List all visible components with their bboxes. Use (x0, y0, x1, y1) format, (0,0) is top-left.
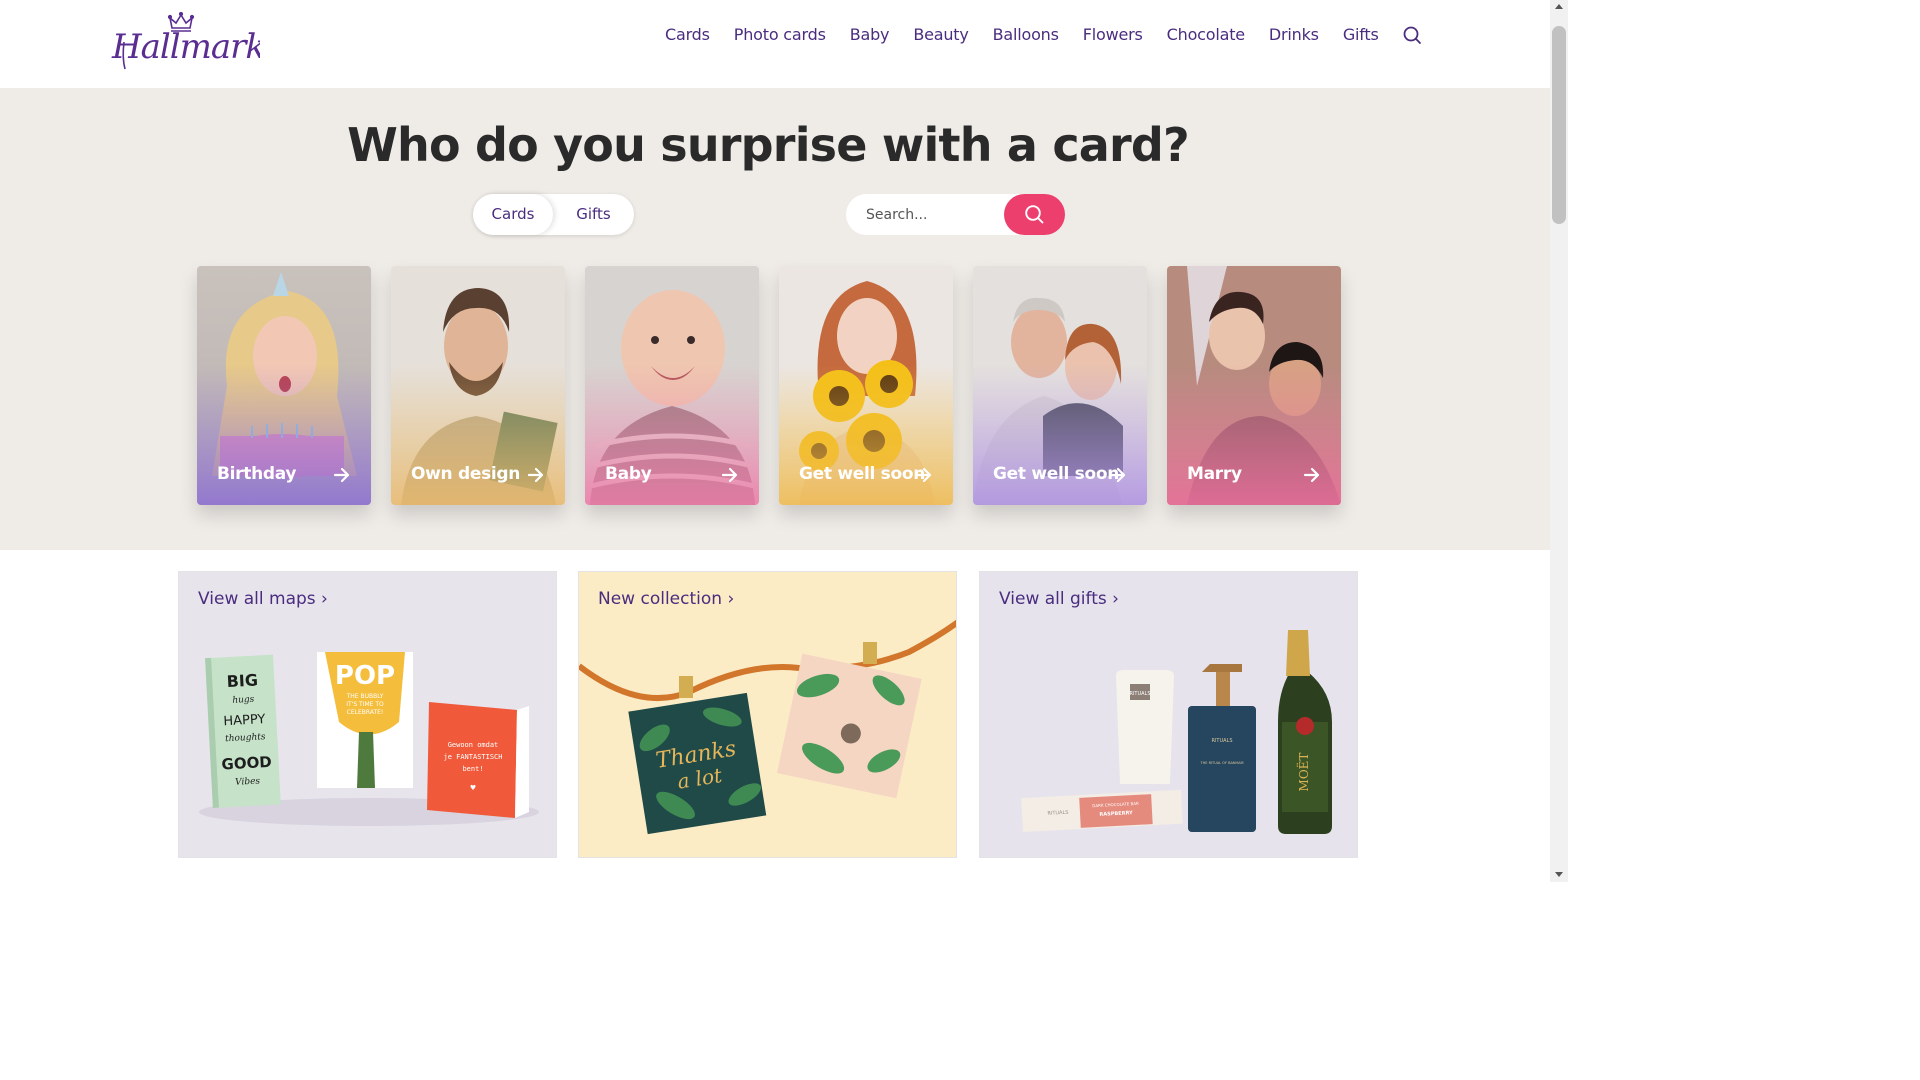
promo-link[interactable]: View all maps › (198, 589, 328, 609)
nav-cards[interactable]: Cards (665, 25, 710, 44)
category-get-well-soon-2[interactable]: Get well soon (973, 266, 1147, 505)
nav-flowers[interactable]: Flowers (1083, 25, 1143, 44)
page-scrollbar[interactable] (1550, 0, 1568, 882)
svg-text:BIG: BIG (226, 670, 258, 691)
svg-text:♥: ♥ (470, 784, 476, 792)
svg-text:HAPPY: HAPPY (223, 712, 266, 729)
category-own-design[interactable]: Own design (391, 266, 565, 505)
category-label: Birthday (217, 464, 297, 484)
search-input[interactable] (846, 194, 1006, 235)
svg-text:MOËT: MOËT (1295, 753, 1311, 792)
arrow-right-icon (915, 467, 932, 483)
greeting-cards-artwork: BIG hugs HAPPY thoughts GOOD Vibes POP T… (199, 652, 539, 826)
nav-chocolate[interactable]: Chocolate (1167, 25, 1245, 44)
svg-text:CELEBRATE!: CELEBRATE! (347, 709, 384, 716)
svg-text:THE RITUAL OF BANHAM: THE RITUAL OF BANHAM (1199, 761, 1243, 765)
scroll-thumb[interactable] (1552, 26, 1566, 224)
category-get-well-soon-1[interactable]: Get well soon (779, 266, 953, 505)
svg-text:POP: POP (335, 661, 395, 691)
nav-beauty[interactable]: Beauty (913, 25, 969, 44)
arrow-right-icon (1303, 467, 1320, 483)
svg-text:je FANTASTISCH: je FANTASTISCH (443, 753, 502, 761)
category-birthday[interactable]: Birthday (197, 266, 371, 505)
svg-text:bent!: bent! (462, 765, 483, 773)
scroll-down-arrow-icon[interactable] (1555, 872, 1563, 877)
promo-view-all-maps[interactable]: BIG hugs HAPPY thoughts GOOD Vibes POP T… (178, 571, 557, 858)
svg-text:RITUALS: RITUALS (1047, 810, 1068, 817)
toggle-gifts[interactable]: Gifts (553, 194, 634, 235)
site-header: Hallmark Cards Photo cards Baby Beauty B… (0, 0, 1550, 88)
promo-link[interactable]: View all gifts › (999, 589, 1119, 609)
nav-balloons[interactable]: Balloons (993, 25, 1059, 44)
nav-drinks[interactable]: Drinks (1269, 25, 1319, 44)
thank-you-cards-artwork: Thanks a lot (579, 619, 956, 835)
category-label: Own design (411, 464, 521, 484)
hero-title: Who do you surprise with a card? (347, 118, 1190, 172)
hero-search (846, 194, 1065, 235)
category-label: Baby (605, 464, 652, 484)
hallmark-logo[interactable]: Hallmark (108, 12, 260, 74)
svg-text:thoughts: thoughts (225, 732, 266, 744)
category-baby[interactable]: Baby (585, 266, 759, 505)
nav-gifts[interactable]: Gifts (1343, 25, 1379, 44)
arrow-right-icon (527, 467, 544, 483)
scroll-up-arrow-icon[interactable] (1555, 4, 1563, 9)
svg-text:Vibes: Vibes (235, 776, 261, 787)
main-nav: Cards Photo cards Baby Beauty Balloons F… (665, 22, 1403, 46)
promo-view-all-gifts[interactable]: RITUALS DARK CHOCOLATE BAR RASPBERRY RIT… (979, 571, 1358, 858)
search-icon (1025, 205, 1044, 224)
category-label: Get well soon (799, 464, 926, 484)
svg-text:RITUALS: RITUALS (1129, 691, 1150, 697)
svg-text:Gewoon omdat: Gewoon omdat (448, 741, 499, 749)
svg-text:THE BUBBLY: THE BUBBLY (346, 693, 384, 700)
nav-photo-cards[interactable]: Photo cards (734, 25, 826, 44)
nav-baby[interactable]: Baby (850, 25, 890, 44)
svg-text:GOOD: GOOD (221, 753, 272, 774)
promo-new-collection[interactable]: Thanks a lot New collection › (578, 571, 957, 858)
cards-gifts-toggle: Gifts Cards (473, 194, 634, 235)
arrow-right-icon (721, 467, 738, 483)
gift-products-artwork: RITUALS DARK CHOCOLATE BAR RASPBERRY RIT… (1021, 630, 1332, 834)
arrow-right-icon (333, 467, 350, 483)
promo-link[interactable]: New collection › (598, 589, 734, 609)
logo-wordmark: Hallmark (111, 27, 260, 67)
svg-text:RITUALS: RITUALS (1211, 738, 1232, 744)
arrow-right-icon (1109, 467, 1126, 483)
category-label: Marry (1187, 464, 1242, 484)
search-icon[interactable] (1402, 25, 1422, 45)
svg-text:hugs: hugs (232, 695, 255, 706)
search-button[interactable] (1004, 194, 1065, 235)
svg-text:IT'S TIME TO: IT'S TIME TO (346, 701, 384, 708)
category-marry[interactable]: Marry (1167, 266, 1341, 505)
category-label: Get well soon (993, 464, 1120, 484)
toggle-cards[interactable]: Cards (473, 194, 553, 235)
